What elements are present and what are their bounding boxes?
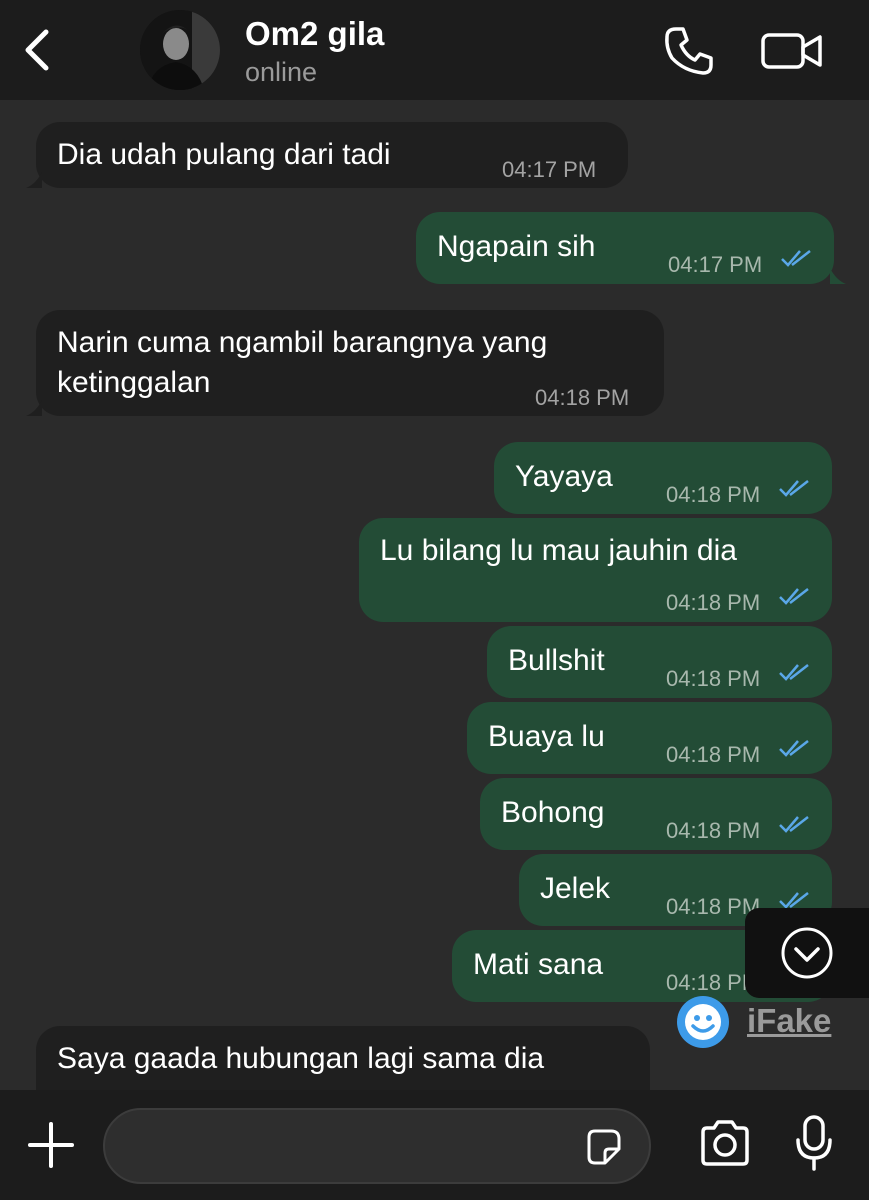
read-receipt-icon	[779, 892, 809, 909]
plus-icon	[28, 1122, 74, 1168]
outgoing-message[interactable]: Lu bilang lu mau jauhin dia 04:18 PM	[359, 518, 832, 622]
chevron-left-icon	[25, 29, 49, 71]
outgoing-message[interactable]: Ngapain sih 04:17 PM	[416, 212, 846, 284]
bubble-tail	[830, 268, 846, 284]
message-time: 04:18 PM	[666, 482, 761, 507]
avatar-photo	[140, 10, 220, 90]
back-button[interactable]	[18, 26, 58, 74]
message-time: 04:17 PM	[502, 157, 597, 182]
message-time: 04:18 PM	[535, 385, 630, 410]
sticker-icon	[587, 1129, 621, 1165]
camera-button[interactable]	[697, 1118, 753, 1168]
chat-header: Om2 gila online	[0, 0, 869, 100]
message-text: Buaya lu	[488, 720, 605, 753]
attach-button[interactable]	[26, 1120, 76, 1170]
incoming-message[interactable]: Saya gaada hubungan lagi sama dia	[36, 1026, 650, 1090]
ifake-watermark: iFake	[675, 994, 835, 1050]
voice-call-button[interactable]	[662, 24, 716, 78]
message-input[interactable]	[125, 1124, 569, 1170]
message-text: Ngapain sih	[437, 230, 596, 263]
message-text: Bohong	[501, 796, 605, 829]
read-receipt-icon	[779, 480, 809, 497]
video-camera-icon	[761, 33, 822, 69]
outgoing-message[interactable]: Buaya lu 04:18 PM	[467, 702, 832, 774]
read-receipt-icon	[779, 588, 809, 605]
camera-icon	[701, 1120, 749, 1166]
video-call-button[interactable]	[760, 26, 824, 76]
outgoing-message[interactable]: Bohong 04:18 PM	[480, 778, 832, 850]
message-text: Dia udah pulang dari tadi	[57, 138, 391, 171]
message-time: 04:17 PM	[668, 252, 763, 277]
read-receipt-icon	[779, 740, 809, 757]
message-text: Mati sana	[473, 948, 604, 981]
outgoing-message[interactable]: Yayaya 04:18 PM	[494, 442, 832, 514]
contact-name[interactable]: Om2 gila	[245, 15, 384, 53]
bubble-tail	[26, 172, 42, 188]
message-text: Yayaya	[515, 460, 613, 493]
read-receipt-icon	[781, 250, 811, 267]
incoming-message[interactable]: Narin cuma ngambil barangnya yang keting…	[26, 310, 664, 416]
scroll-to-bottom-button[interactable]	[745, 908, 869, 998]
message-text: Jelek	[540, 872, 611, 905]
message-time: 04:18 PM	[666, 818, 761, 843]
message-text-line-2: ketinggalan	[57, 366, 211, 399]
message-list[interactable]: Dia udah pulang dari tadi 04:17 PM Ngapa…	[0, 100, 869, 1090]
contact-status: online	[245, 57, 318, 87]
message-input-container[interactable]	[103, 1108, 651, 1184]
voice-record-button[interactable]	[794, 1114, 834, 1172]
message-text: Lu bilang lu mau jauhin dia	[380, 534, 737, 567]
message-text: Saya gaada hubungan lagi sama dia	[57, 1042, 545, 1075]
sticker-button[interactable]	[583, 1127, 623, 1167]
bubble-tail	[26, 400, 42, 416]
message-text-line-1: Narin cuma ngambil barangnya yang	[57, 326, 548, 359]
message-text: Bullshit	[508, 644, 605, 677]
ifake-logo-icon	[677, 996, 729, 1048]
read-receipt-icon	[779, 816, 809, 833]
outgoing-message[interactable]: Bullshit 04:18 PM	[487, 626, 832, 698]
phone-icon	[665, 27, 713, 75]
incoming-message[interactable]: Dia udah pulang dari tadi 04:17 PM	[26, 122, 628, 188]
message-time: 04:18 PM	[666, 590, 761, 615]
read-receipt-icon	[779, 664, 809, 681]
message-time: 04:18 PM	[666, 742, 761, 767]
microphone-icon	[796, 1115, 832, 1171]
chevron-down-circle-icon	[781, 927, 833, 979]
contact-avatar[interactable]	[140, 10, 220, 90]
message-time: 04:18 PM	[666, 666, 761, 691]
watermark-text: iFake	[747, 1002, 832, 1039]
